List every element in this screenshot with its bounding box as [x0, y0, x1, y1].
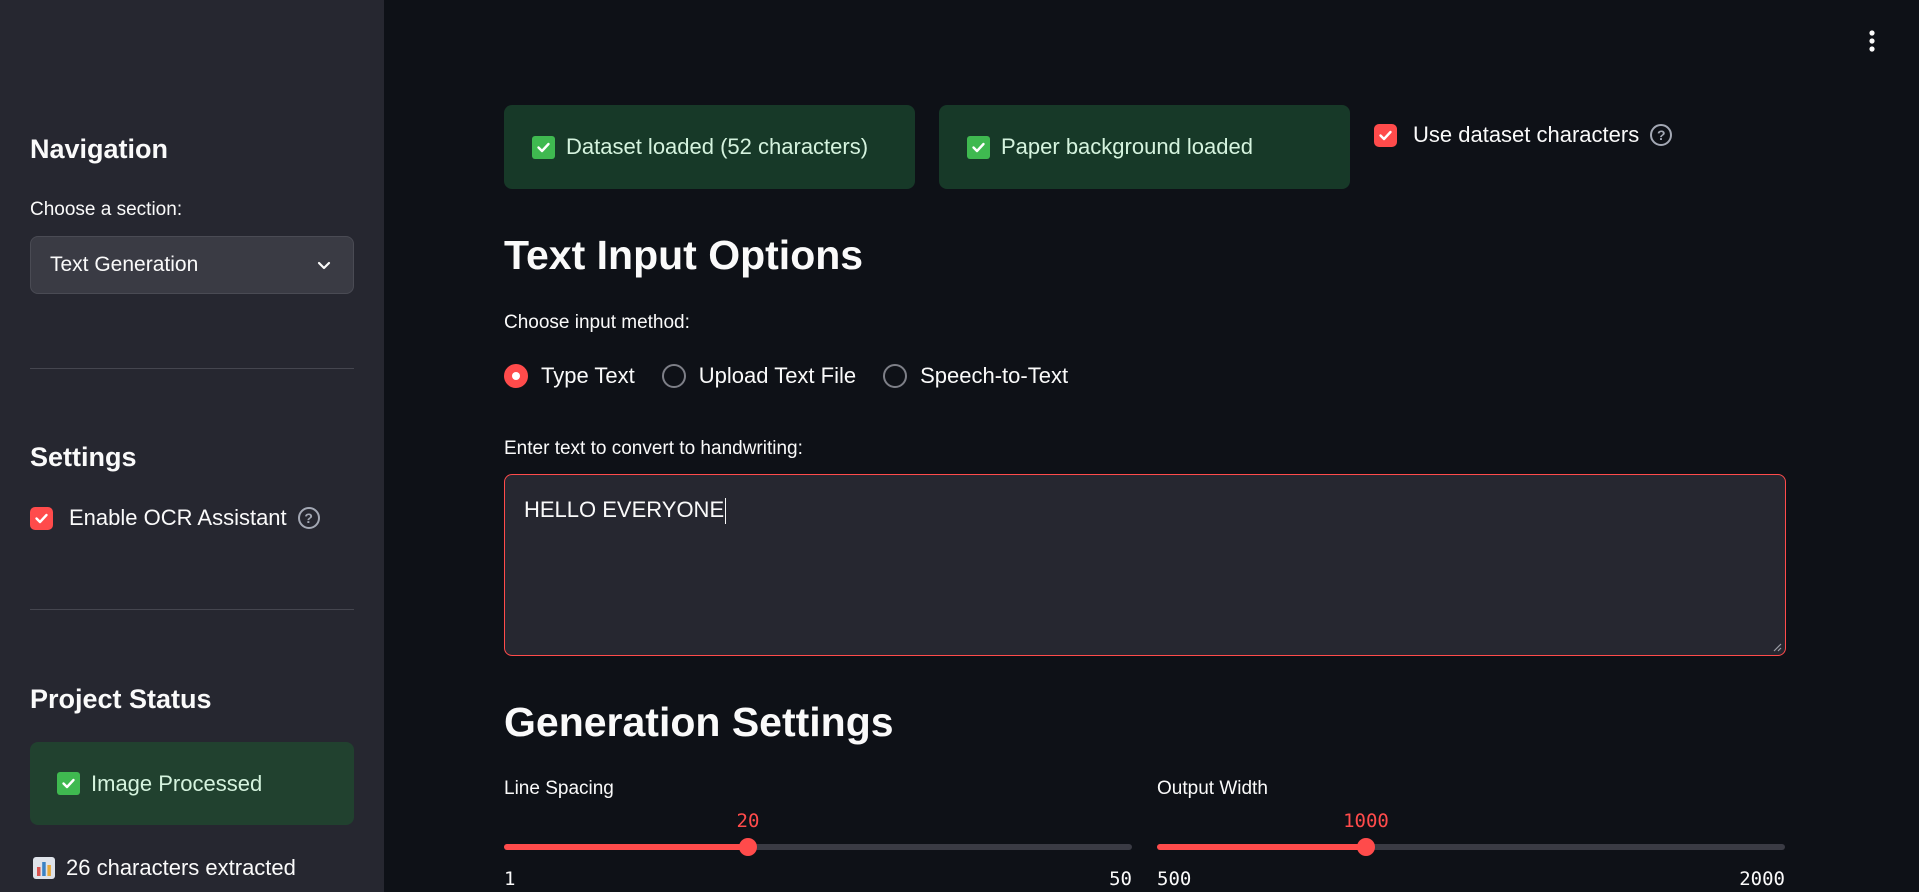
use-dataset-label: Use dataset characters [1413, 122, 1640, 147]
section-label: Choose a section: [30, 199, 183, 220]
slider-fill [1157, 844, 1366, 850]
slider-max: 50 [1109, 868, 1132, 890]
ocr-checkbox[interactable] [30, 506, 53, 530]
slider-min: 500 [1157, 868, 1192, 890]
status-success-box: Image Processed [30, 742, 354, 825]
slider-max: 2000 [1739, 868, 1785, 890]
ocr-checkbox-label: Enable OCR Assistant [69, 505, 287, 530]
input-method-label: Choose input method: [504, 312, 690, 333]
textarea-label: Enter text to convert to handwriting: [504, 438, 803, 459]
line-spacing-label: Line Spacing [504, 778, 614, 799]
sidebar-divider [30, 609, 354, 610]
check-icon [57, 772, 80, 795]
check-icon [1379, 130, 1392, 140]
section-select-value: Text Generation [50, 253, 199, 276]
radio-upload-text-file[interactable]: Upload Text File [661, 363, 857, 389]
sidebar-divider [30, 368, 354, 369]
text-input-heading: Text Input Options [504, 232, 864, 278]
resize-handle-icon[interactable] [1772, 642, 1782, 652]
sidebar: Navigation Choose a section: Text Genera… [0, 0, 384, 892]
check-icon [967, 135, 990, 159]
slider-min: 1 [504, 868, 516, 890]
nav-heading: Navigation [30, 134, 169, 164]
radio-speech-to-text[interactable]: Speech-to-Text [883, 363, 1068, 389]
radio-button[interactable] [883, 364, 908, 388]
text-caret [725, 498, 727, 525]
chars-extracted-text: 26 characters extracted [66, 855, 296, 880]
handwriting-text-input[interactable]: HELLO EVERYONE [504, 474, 1786, 656]
status-message: Image Processed [91, 770, 263, 796]
slider-value: 20 [736, 810, 760, 832]
use-dataset-checkbox-row[interactable]: Use dataset characters ? [1374, 122, 1673, 148]
generation-heading: Generation Settings [504, 699, 894, 745]
use-dataset-checkbox[interactable] [1374, 123, 1397, 147]
chevron-down-icon [317, 261, 331, 270]
dataset-alert-text: Dataset loaded (52 characters) [566, 134, 869, 159]
slider-thumb[interactable] [739, 838, 757, 856]
output-width-label: Output Width [1157, 778, 1268, 799]
help-icon[interactable]: ? [1650, 124, 1673, 146]
paper-loaded-alert: Paper background loaded [939, 105, 1350, 189]
paper-alert-text: Paper background loaded [1001, 134, 1253, 159]
ocr-checkbox-row[interactable]: Enable OCR Assistant ? [30, 505, 320, 531]
slider-thumb[interactable] [1357, 838, 1375, 856]
radio-button[interactable] [661, 364, 686, 388]
radio-type-text[interactable]: Type Text [504, 363, 635, 389]
settings-heading: Settings [30, 442, 137, 472]
dataset-loaded-alert: Dataset loaded (52 characters) [504, 105, 915, 189]
radio-label: Type Text [541, 363, 635, 388]
input-method-radio-group: Type Text Upload Text File Speech-to-Tex… [504, 363, 1095, 389]
more-options-icon[interactable] [1862, 28, 1882, 56]
radio-button[interactable] [504, 364, 528, 388]
help-icon[interactable]: ? [297, 507, 320, 529]
slider-value: 1000 [1343, 810, 1389, 832]
slider-fill [504, 844, 748, 850]
chars-extracted-row: 26 characters extracted [32, 855, 296, 881]
bar-chart-icon [33, 857, 55, 879]
section-select[interactable]: Text Generation [30, 236, 354, 294]
textarea-value: HELLO EVERYONE [524, 497, 725, 522]
radio-label: Upload Text File [698, 363, 857, 388]
check-icon [532, 135, 555, 159]
check-icon [35, 513, 48, 523]
radio-label: Speech-to-Text [920, 363, 1069, 388]
status-heading: Project Status [30, 684, 212, 714]
